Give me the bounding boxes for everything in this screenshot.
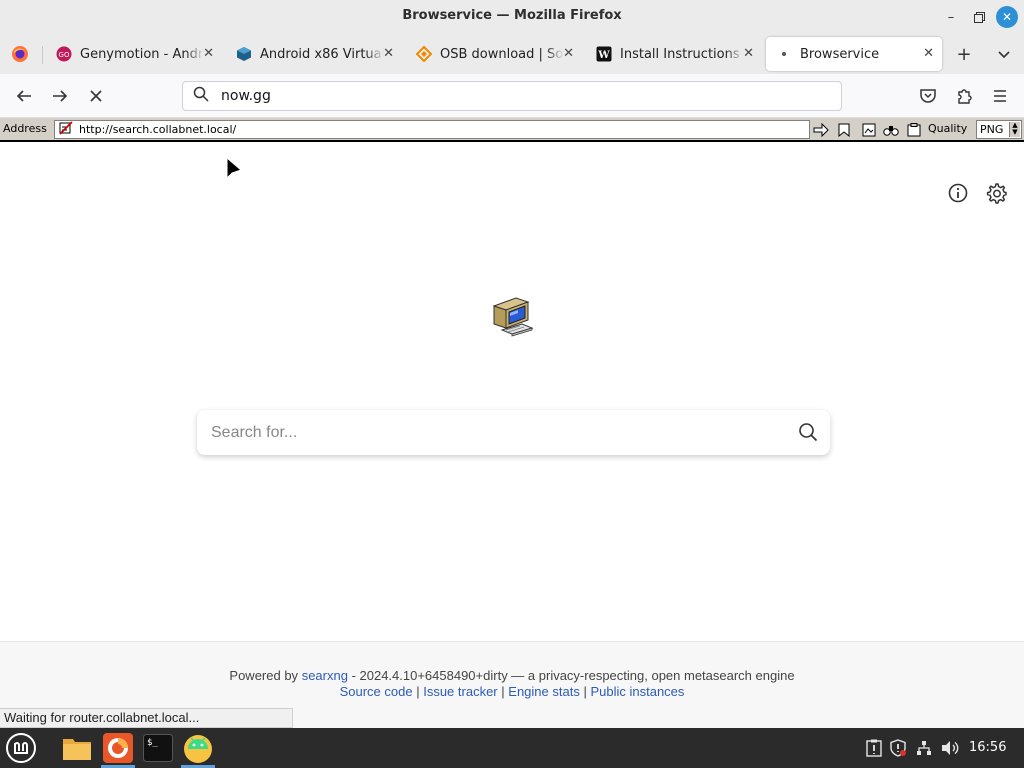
quality-spinner[interactable]: ▲ ▼ xyxy=(1009,122,1020,137)
tab-strip: GO Genymotion - Android Emulator ✕ Andro… xyxy=(0,34,1024,74)
quality-select[interactable]: PNG ▲ ▼ xyxy=(976,120,1022,139)
url-bar-text[interactable]: now.gg xyxy=(221,88,271,104)
android-icon[interactable] xyxy=(181,731,215,768)
close-tab-icon[interactable]: ✕ xyxy=(563,46,574,61)
svg-text:$_: $_ xyxy=(147,738,158,748)
source-code-link[interactable]: Source code xyxy=(340,684,413,699)
separator: | xyxy=(583,684,587,699)
firefox-view-icon[interactable] xyxy=(8,42,32,66)
separator: | xyxy=(501,684,505,699)
window-titlebar: Browservice — Mozilla Firefox – ✕ xyxy=(0,0,1024,34)
image-mode-icon[interactable] xyxy=(860,121,878,139)
issue-tracker-link[interactable]: Issue tracker xyxy=(423,684,497,699)
go-icon[interactable] xyxy=(812,121,830,139)
close-window-icon[interactable]: ✕ xyxy=(996,6,1018,28)
svg-text:GO: GO xyxy=(59,51,70,59)
address-label: Address xyxy=(3,122,47,135)
terminal-icon[interactable]: $_ xyxy=(141,731,175,765)
quality-value: PNG xyxy=(980,123,1004,136)
powered-by-text: Powered by xyxy=(229,668,299,683)
tab-browservice[interactable]: Browservice ✕ xyxy=(766,37,942,71)
tab-label: OSB download | SourceForge xyxy=(440,46,564,62)
tab-label: Android x86 Virtual Machine xyxy=(260,46,384,62)
minimize-icon[interactable]: – xyxy=(940,6,962,28)
mint-menu-icon[interactable] xyxy=(4,731,38,765)
close-tab-icon[interactable]: ✕ xyxy=(923,46,934,61)
computer-logo-icon xyxy=(488,292,536,342)
page-content: Powered by searxng - 2024.4.10+6458490+d… xyxy=(0,144,1024,728)
update-manager-icon[interactable] xyxy=(865,738,883,758)
genymotion-icon: GO xyxy=(56,46,72,62)
sourceforge-icon xyxy=(416,46,432,62)
network-icon[interactable] xyxy=(915,738,933,758)
engine-stats-link[interactable]: Engine stats xyxy=(508,684,580,699)
separator: | xyxy=(416,684,420,699)
mouse-cursor-icon xyxy=(226,156,244,181)
quality-label: Quality xyxy=(928,122,968,135)
search-box xyxy=(197,410,830,455)
pocket-icon[interactable] xyxy=(916,84,940,108)
shield-alert-icon[interactable] xyxy=(889,738,907,758)
forward-icon[interactable] xyxy=(48,84,72,108)
navigation-toolbar: now.gg xyxy=(0,74,1024,118)
bookmark-icon[interactable] xyxy=(835,121,853,139)
volume-icon[interactable] xyxy=(941,738,959,758)
search-input[interactable] xyxy=(211,410,781,455)
virtualbox-icon xyxy=(236,46,252,62)
find-icon[interactable] xyxy=(882,121,900,139)
dot-icon xyxy=(776,46,792,62)
search-submit-icon[interactable] xyxy=(798,422,818,442)
version-text: - 2024.4.10+6458490+dirty — a privacy-re… xyxy=(351,668,795,683)
stop-loading-icon[interactable] xyxy=(84,84,108,108)
searxng-link[interactable]: searxng xyxy=(302,668,348,683)
close-tab-icon[interactable]: ✕ xyxy=(743,46,754,61)
menu-icon[interactable] xyxy=(988,84,1012,108)
new-tab-icon[interactable]: + xyxy=(952,42,976,66)
wikipedia-icon: W xyxy=(596,46,612,62)
back-icon[interactable] xyxy=(12,84,36,108)
window-title: Browservice — Mozilla Firefox xyxy=(402,8,622,23)
svg-text:W: W xyxy=(597,50,610,61)
tab-label: Install Instructions | W xyxy=(620,46,744,62)
tab-label: Browservice xyxy=(800,46,880,62)
clock[interactable]: 16:56 xyxy=(969,740,1006,755)
tab-virtualbox[interactable]: Android x86 Virtual Machine ✕ xyxy=(226,37,402,71)
tab-install-instructions[interactable]: W Install Instructions | W ✕ xyxy=(586,37,762,71)
search-icon xyxy=(193,86,209,106)
public-instances-link[interactable]: Public instances xyxy=(590,684,684,699)
firefox-icon[interactable] xyxy=(101,731,135,768)
tab-label: Genymotion - Android Emulator xyxy=(80,46,204,62)
browservice-toolbar: Address http://search.collabnet.local/ Q… xyxy=(0,118,1024,142)
close-tab-icon[interactable]: ✕ xyxy=(383,46,394,61)
list-tabs-icon[interactable] xyxy=(992,42,1016,66)
info-icon[interactable] xyxy=(947,182,969,204)
close-tab-icon[interactable]: ✕ xyxy=(203,46,214,61)
tab-sourceforge[interactable]: OSB download | SourceForge ✕ xyxy=(406,37,582,71)
clipboard-icon[interactable] xyxy=(905,121,923,139)
address-field[interactable]: http://search.collabnet.local/ xyxy=(54,120,810,139)
files-icon[interactable] xyxy=(60,731,94,765)
maximize-icon[interactable] xyxy=(968,6,990,28)
url-bar[interactable]: now.gg xyxy=(182,81,842,111)
tab-genymotion[interactable]: GO Genymotion - Android Emulator ✕ xyxy=(46,37,222,71)
insecure-icon xyxy=(59,121,73,138)
address-text[interactable]: http://search.collabnet.local/ xyxy=(79,123,236,136)
settings-gear-icon[interactable] xyxy=(985,182,1007,204)
taskbar: $_ 16:56 xyxy=(0,728,1024,768)
status-bar: Waiting for router.collabnet.local... xyxy=(0,708,293,728)
extensions-icon[interactable] xyxy=(952,84,976,108)
